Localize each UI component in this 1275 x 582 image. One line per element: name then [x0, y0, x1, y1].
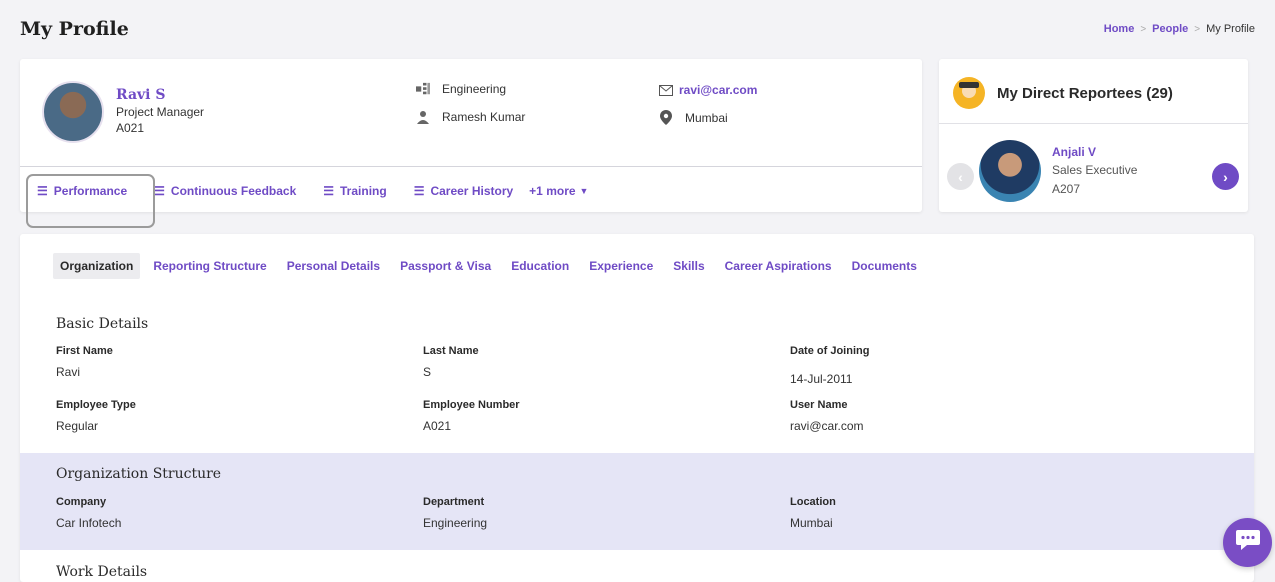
reportees-card: My Direct Reportees (29) ‹ Anjali V Sale…: [939, 59, 1248, 212]
next-reportee-button[interactable]: ›: [1212, 163, 1239, 190]
department-value: Engineering: [442, 82, 507, 96]
tab-label: Career History: [430, 184, 514, 198]
field-label: Last Name: [423, 345, 479, 357]
chevron-right-icon: >: [1140, 23, 1147, 35]
list-icon: ☰: [154, 184, 165, 198]
tab-organization[interactable]: Organization: [53, 253, 141, 279]
org-structure-section: Organization Structure Company Car Infot…: [20, 453, 1254, 550]
location-info: Mumbai: [659, 110, 728, 125]
field-last-name: Last Name S: [423, 345, 479, 379]
chevron-right-icon: ›: [1223, 168, 1228, 185]
manager-info: Ramesh Kumar: [416, 110, 525, 124]
breadcrumb-current: My Profile: [1206, 23, 1255, 35]
field-employee-number: Employee Number A021: [423, 399, 520, 433]
person-icon: [416, 110, 430, 124]
field-value: Ravi: [56, 365, 81, 379]
profile-name: Ravi S: [116, 87, 166, 103]
field-employee-type: Employee Type Regular: [56, 399, 136, 433]
more-label: +1 more: [529, 184, 576, 198]
field-department: Department Engineering: [423, 496, 487, 530]
tab-career-aspirations[interactable]: Career Aspirations: [718, 253, 839, 279]
field-date-of-joining: Date of Joining 14-Jul-2011: [790, 345, 869, 386]
page-title: My Profile: [20, 18, 129, 40]
divider: [20, 166, 922, 167]
reportees-header: My Direct Reportees (29): [953, 77, 1173, 109]
chat-icon: [1235, 528, 1261, 557]
breadcrumb-home[interactable]: Home: [1104, 23, 1135, 35]
more-tabs-button[interactable]: +1 more ▼: [529, 184, 588, 198]
profile-card: Ravi S Project Manager A021 Engineering …: [20, 59, 922, 212]
detail-tabs: Organization Reporting Structure Persona…: [53, 253, 930, 279]
location-pin-icon: [659, 110, 673, 125]
field-label: Department: [423, 496, 485, 508]
field-value: ravi@car.com: [790, 419, 864, 433]
breadcrumb-people[interactable]: People: [1152, 23, 1188, 35]
reportee-name[interactable]: Anjali V: [1052, 145, 1096, 159]
tab-skills[interactable]: Skills: [666, 253, 711, 279]
tab-label: Continuous Feedback: [170, 184, 297, 198]
graduate-icon: [953, 77, 985, 109]
tab-career-history[interactable]: ☰ Career History: [414, 184, 513, 198]
field-label: Employee Number: [423, 399, 520, 411]
chat-button[interactable]: [1223, 518, 1272, 567]
profile-id: A021: [116, 121, 145, 135]
org-structure-title: Organization Structure: [56, 466, 222, 482]
breadcrumb: Home > People > My Profile: [1104, 23, 1255, 35]
tab-continuous-feedback[interactable]: ☰ Continuous Feedback: [154, 184, 296, 198]
avatar: [42, 81, 104, 143]
tab-label: Training: [340, 184, 387, 198]
list-icon: ☰: [323, 184, 335, 198]
divider: [939, 123, 1248, 124]
field-value: Engineering: [423, 516, 488, 530]
tab-experience[interactable]: Experience: [582, 253, 660, 279]
field-label: User Name: [790, 399, 848, 411]
tab-personal-details[interactable]: Personal Details: [280, 253, 387, 279]
field-first-name: First Name Ravi: [56, 345, 113, 379]
mail-icon: [659, 84, 673, 96]
chevron-down-icon: ▼: [579, 186, 589, 196]
location-value: Mumbai: [685, 110, 728, 125]
tab-training[interactable]: ☰ Training: [323, 184, 386, 198]
tab-documents[interactable]: Documents: [845, 253, 924, 279]
department-info: Engineering: [416, 82, 506, 96]
email-info[interactable]: ravi@car.com: [659, 83, 757, 97]
field-label: Date of Joining: [790, 345, 870, 357]
basic-details-title: Basic Details: [56, 316, 149, 332]
details-card: Organization Reporting Structure Persona…: [20, 234, 1254, 582]
tab-passport-visa[interactable]: Passport & Visa: [393, 253, 498, 279]
field-company: Company Car Infotech: [56, 496, 121, 530]
email-link[interactable]: ravi@car.com: [679, 83, 757, 97]
chevron-right-icon: >: [1194, 23, 1201, 35]
field-label: Location: [790, 496, 836, 508]
list-icon: ☰: [413, 184, 425, 198]
work-details-title: Work Details: [56, 564, 148, 580]
tab-reporting-structure[interactable]: Reporting Structure: [146, 253, 273, 279]
field-value: A021: [423, 419, 452, 433]
field-value: Regular: [56, 419, 99, 433]
tab-education[interactable]: Education: [504, 253, 576, 279]
reportee-role: Sales Executive: [1052, 163, 1138, 177]
field-label: First Name: [56, 345, 113, 357]
field-value: 14-Jul-2011: [790, 372, 853, 386]
reportee-id: A207: [1052, 182, 1081, 196]
field-value: S: [423, 365, 432, 379]
prev-reportee-button[interactable]: ‹: [947, 163, 974, 190]
reportee-avatar: [979, 140, 1041, 202]
field-label: Company: [56, 496, 107, 508]
manager-value: Ramesh Kumar: [442, 110, 526, 124]
chevron-left-icon: ‹: [958, 168, 963, 185]
field-value: Car Infotech: [56, 516, 122, 530]
field-user-name: User Name ravi@car.com: [790, 399, 864, 433]
field-value: Mumbai: [790, 516, 833, 530]
focus-highlight: [26, 174, 155, 228]
profile-role: Project Manager: [116, 105, 205, 119]
reportees-title: My Direct Reportees (29): [997, 84, 1173, 102]
field-label: Employee Type: [56, 399, 136, 411]
field-location: Location Mumbai: [790, 496, 836, 530]
org-chart-icon: [416, 82, 430, 96]
